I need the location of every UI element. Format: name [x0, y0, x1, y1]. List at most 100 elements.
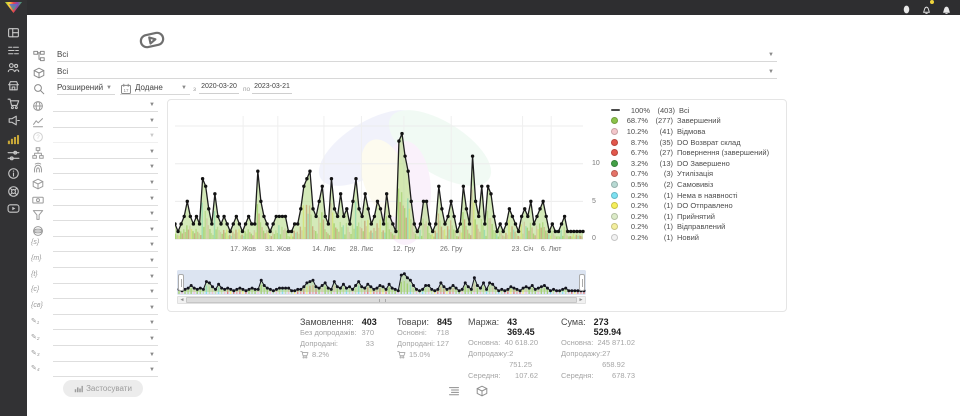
legend-item-1[interactable]: 68.7%(277)Завершений: [611, 116, 783, 127]
filter-select[interactable]: ▼: [53, 129, 158, 143]
filter-row-globe: ▼: [30, 98, 160, 113]
sidebar-item-support[interactable]: [0, 182, 27, 200]
profile-icon[interactable]: [901, 2, 912, 13]
filter-select[interactable]: ▼: [53, 254, 158, 268]
box-view-icon[interactable]: [476, 384, 488, 396]
stat-column-1: Товари:845Основні:718Допродані:12715.0%: [397, 317, 449, 360]
info-icon: [7, 167, 20, 180]
search-mode-select[interactable]: Розширений ▼: [57, 81, 115, 95]
chevron-down-icon: ▼: [149, 133, 155, 139]
filter-select[interactable]: ▼: [53, 207, 158, 221]
legend-item-12[interactable]: 0.2%(1)Новий: [611, 232, 783, 243]
filter-select[interactable]: ▼: [53, 348, 158, 362]
stat-header: Маржа:43 369.45: [468, 317, 538, 337]
filter-row-sitemap: ▼: [30, 145, 160, 160]
filter-select[interactable]: ▼: [53, 192, 158, 206]
area-chart-icon: [32, 116, 44, 128]
filter-row-var-t: {t}▼: [30, 270, 160, 285]
scroll-left-arrow[interactable]: ◄: [178, 296, 186, 304]
sidebar-item-store[interactable]: [0, 77, 27, 95]
filter-select[interactable]: ▼: [53, 332, 158, 346]
sidebar-item-purchases[interactable]: [0, 94, 27, 112]
globe-icon: [32, 100, 44, 112]
legend-item-3[interactable]: 8.7%(35)DO Возврат склад: [611, 137, 783, 148]
date-field-select[interactable]: 17 Додане ▼: [120, 81, 190, 95]
cube-icon: [32, 177, 44, 189]
alerts-bell-icon[interactable]: [941, 2, 952, 13]
legend-item-5[interactable]: 3.2%(13)DO Завершено: [611, 158, 783, 169]
filter-select[interactable]: ▼: [53, 270, 158, 284]
legend-item-9[interactable]: 0.2%(1)DO Отправлено: [611, 200, 783, 211]
filter-select[interactable]: ▼: [53, 285, 158, 299]
upsell-cart-icon: [397, 350, 407, 360]
pencil-4-icon: ✎₄: [31, 364, 40, 372]
sidebar-item-video-tutorials[interactable]: [0, 200, 27, 218]
stat-subrow: Основні:718: [397, 327, 449, 338]
filter-row-pencil-3: ✎₃▼: [30, 348, 160, 363]
legend-dot-swatch: [611, 149, 618, 156]
filter-select[interactable]: ▼: [53, 114, 158, 128]
sidebar-item-dashboard[interactable]: [0, 24, 27, 42]
list-view-icon[interactable]: [448, 384, 460, 396]
legend-item-4[interactable]: 6.7%(27)Повернення (завершений): [611, 147, 783, 158]
sidebar-item-orders[interactable]: [0, 42, 27, 60]
stat-header: Товари:845: [397, 317, 449, 327]
orders-chart[interactable]: 17. Жов31. Жов14. Лис28. Лис12. Гру26. Г…: [175, 102, 589, 256]
chart-scrollbar[interactable]: ◄ ►: [177, 296, 586, 304]
filter-select[interactable]: ▼: [53, 160, 158, 174]
filter-row-pencil-2: ✎₂▼: [30, 332, 160, 347]
sitemap-icon: [32, 147, 44, 159]
date-to-input[interactable]: 2023-03-21: [252, 81, 292, 94]
legend-dot-swatch: [611, 139, 618, 146]
app-logo[interactable]: [4, 1, 23, 14]
fingerprint-icon: [32, 162, 44, 174]
apply-button[interactable]: Застосувати: [63, 380, 143, 397]
legend-item-11[interactable]: 0.2%(1)Відправлений: [611, 222, 783, 233]
stat-header: Замовлення:403: [300, 317, 374, 327]
stat-subrow: Середня:678.73: [561, 370, 635, 381]
scroll-right-arrow[interactable]: ►: [577, 296, 585, 304]
sidebar-item-automation[interactable]: [0, 147, 27, 165]
var-cb-icon: {cв}: [31, 302, 43, 309]
legend-item-2[interactable]: 10.2%(41)Відмова: [611, 126, 783, 137]
filter-select[interactable]: ▼: [53, 98, 158, 112]
filter-select[interactable]: ▼: [53, 301, 158, 315]
filter-select[interactable]: ▼: [53, 238, 158, 252]
legend-line-swatch: [611, 109, 620, 111]
sidebar-item-info[interactable]: [0, 165, 27, 183]
category-filter-select[interactable]: Всі ▼: [57, 48, 777, 62]
filter-select[interactable]: ▼: [53, 145, 158, 159]
chart-navigator[interactable]: [177, 270, 586, 295]
sidebar-item-customers[interactable]: [0, 59, 27, 77]
legend-item-8[interactable]: 0.2%(1)Нема в наявності: [611, 190, 783, 201]
filter-select[interactable]: ▼: [53, 363, 158, 377]
legend-dot-swatch: [611, 128, 618, 135]
legend-item-0[interactable]: 100%(403)Всі: [611, 105, 783, 116]
date-from-input[interactable]: 2020-03-20: [199, 81, 239, 94]
videos-icon: [7, 202, 20, 215]
chevron-down-icon: ▼: [149, 258, 155, 264]
svg-text:26. Гру: 26. Гру: [440, 246, 463, 253]
chart-type-button[interactable]: [139, 27, 167, 47]
chevron-down-icon: ▼: [149, 118, 155, 124]
notifications-bell-icon[interactable]: [921, 2, 932, 13]
area-chart-icon: [32, 115, 44, 127]
filter-select[interactable]: ▼: [53, 176, 158, 190]
legend-dot-swatch: [611, 202, 618, 209]
banknote-icon: [32, 193, 44, 205]
navigator-right-handle[interactable]: [579, 274, 585, 291]
filter-select[interactable]: ▼: [53, 223, 158, 237]
sidebar-item-marketing[interactable]: [0, 112, 27, 130]
filter-select[interactable]: ▼: [53, 316, 158, 330]
legend-item-10[interactable]: 0.2%(1)Прийнятий: [611, 211, 783, 222]
legend-dot-swatch: [611, 223, 618, 230]
fingerprint-icon: [32, 161, 44, 173]
legend-item-7[interactable]: 0.5%(2)Самовивіз: [611, 179, 783, 190]
profile-icon: [901, 4, 912, 15]
sidebar-item-analytics[interactable]: [0, 130, 27, 148]
legend-item-6[interactable]: 0.7%(3)Утилізація: [611, 169, 783, 180]
product-filter-select[interactable]: Всі ▼: [57, 65, 777, 79]
scrollbar-thumb[interactable]: [186, 297, 577, 303]
svg-text:17: 17: [123, 87, 129, 92]
navigator-left-handle[interactable]: [178, 274, 184, 291]
